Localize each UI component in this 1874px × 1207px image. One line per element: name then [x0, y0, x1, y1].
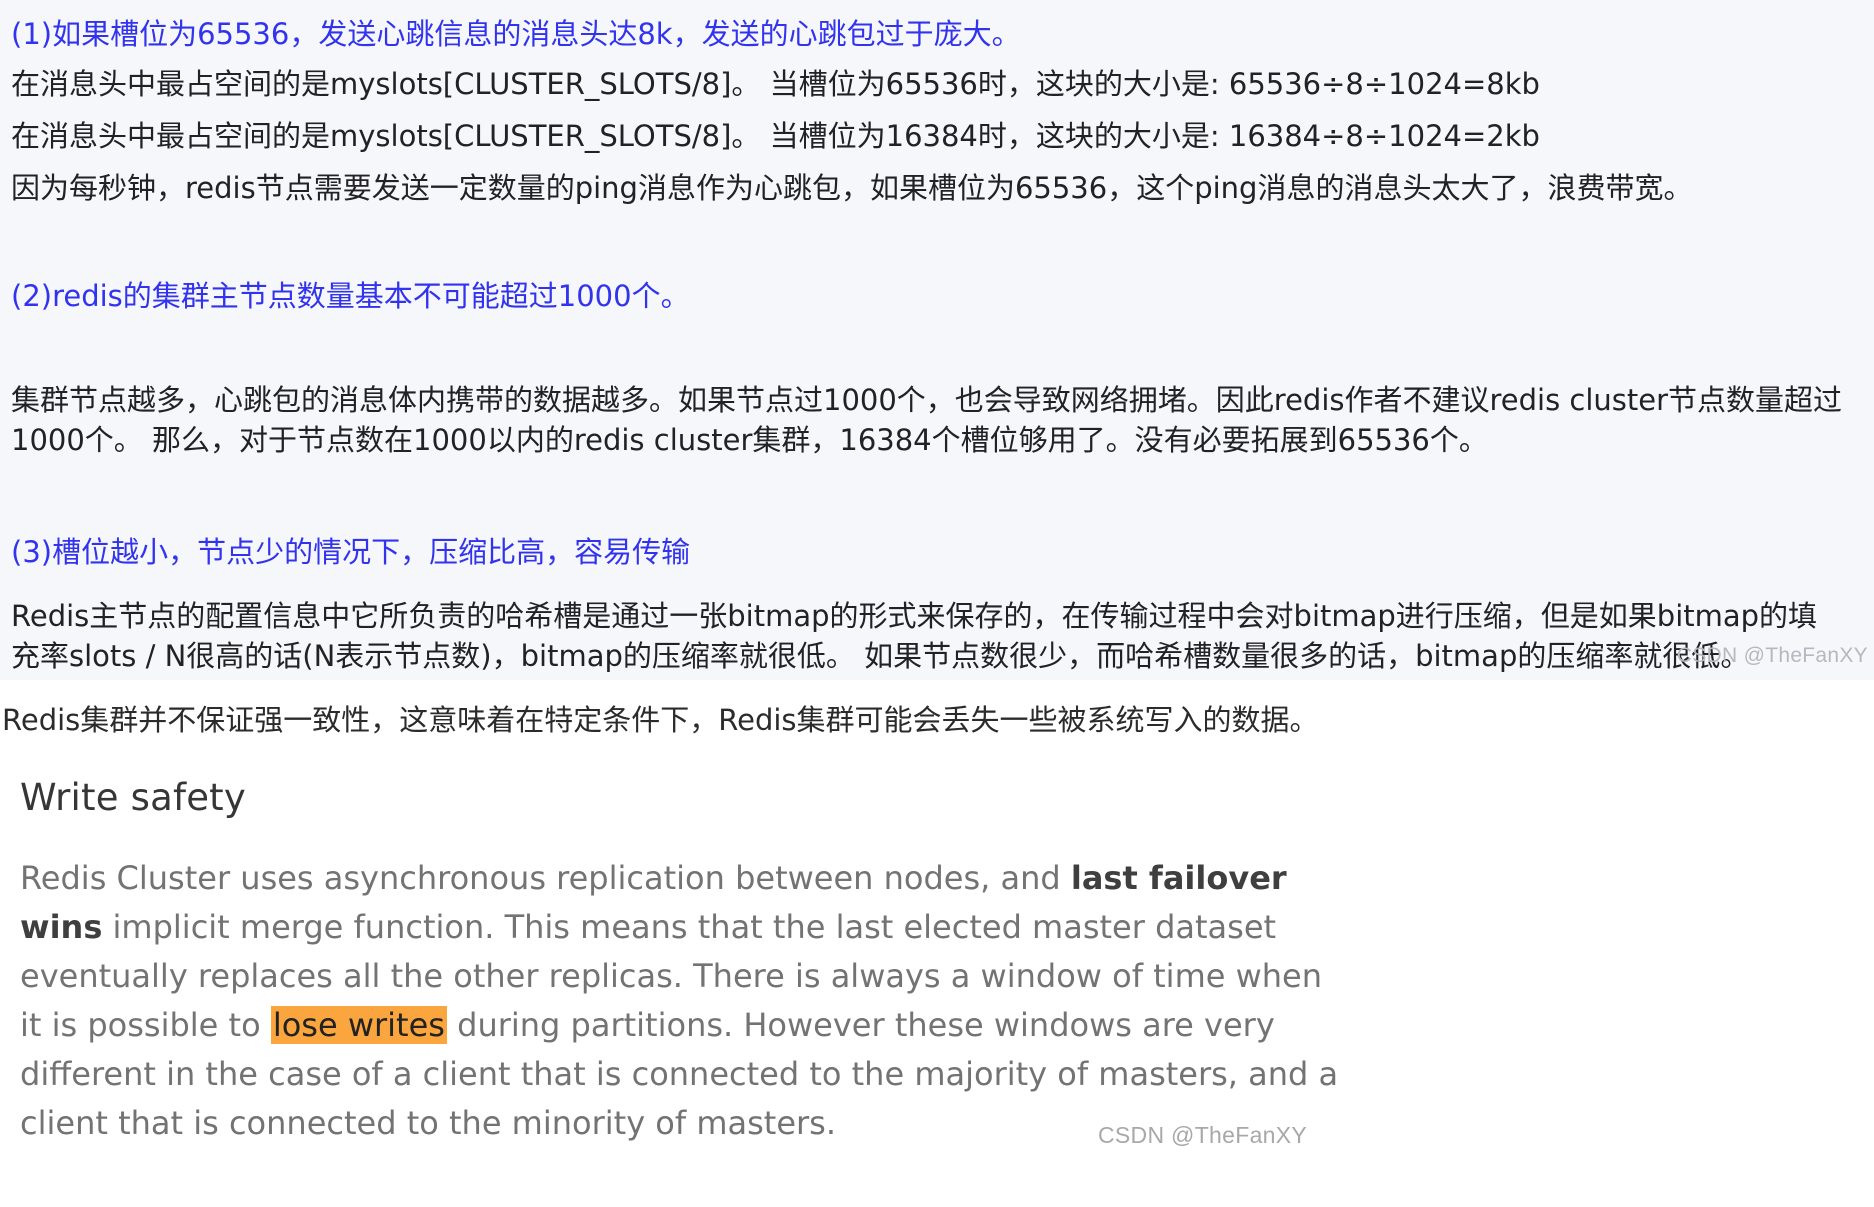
section-heading-3: (3)槽位越小，节点少的情况下，压缩比高，容易传输	[11, 535, 691, 569]
watermark: CSDN @TheFanXY	[1676, 644, 1868, 667]
write-safety-paragraph: Redis Cluster uses asynchronous replicat…	[20, 854, 1350, 1148]
excerpt-write-safety: Write safety Redis Cluster uses asynchro…	[0, 750, 1874, 1207]
paragraph-bitmap-compression: Redis主节点的配置信息中它所负责的哈希槽是通过一张bitmap的形式来保存的…	[11, 599, 1818, 673]
write-safety-heading: Write safety	[20, 776, 246, 819]
paragraph-ping-bandwidth: 因为每秒钟，redis节点需要发送一定数量的ping消息作为心跳包，如果槽位为6…	[11, 171, 1693, 205]
paragraph-node-count: 集群节点越多，心跳包的消息体内携带的数据越多。如果节点过1000个，也会导致网络…	[11, 383, 1843, 457]
section-heading-1: (1)如果槽位为65536，发送心跳信息的消息头达8k，发送的心跳包过于庞大。	[11, 17, 1021, 51]
highlighted-lose-writes: lose writes	[270, 1006, 447, 1044]
excerpt-slots-reasons: (1)如果槽位为65536，发送心跳信息的消息头达8k，发送的心跳包过于庞大。 …	[0, 0, 1874, 680]
watermark: CSDN @TheFanXY	[1098, 1122, 1308, 1148]
text-segment: Redis Cluster uses asynchronous replicat…	[20, 859, 1071, 897]
section-heading-2: (2)redis的集群主节点数量基本不可能超过1000个。	[11, 279, 690, 313]
paragraph-slots-16384: 在消息头中最占空间的是myslots[CLUSTER_SLOTS/8]。 当槽位…	[11, 119, 1540, 153]
paragraph-slots-65536: 在消息头中最占空间的是myslots[CLUSTER_SLOTS/8]。 当槽位…	[11, 67, 1540, 101]
summary-sentence: Redis集群并不保证强一致性，这意味着在特定条件下，Redis集群可能会丢失一…	[2, 703, 1319, 737]
